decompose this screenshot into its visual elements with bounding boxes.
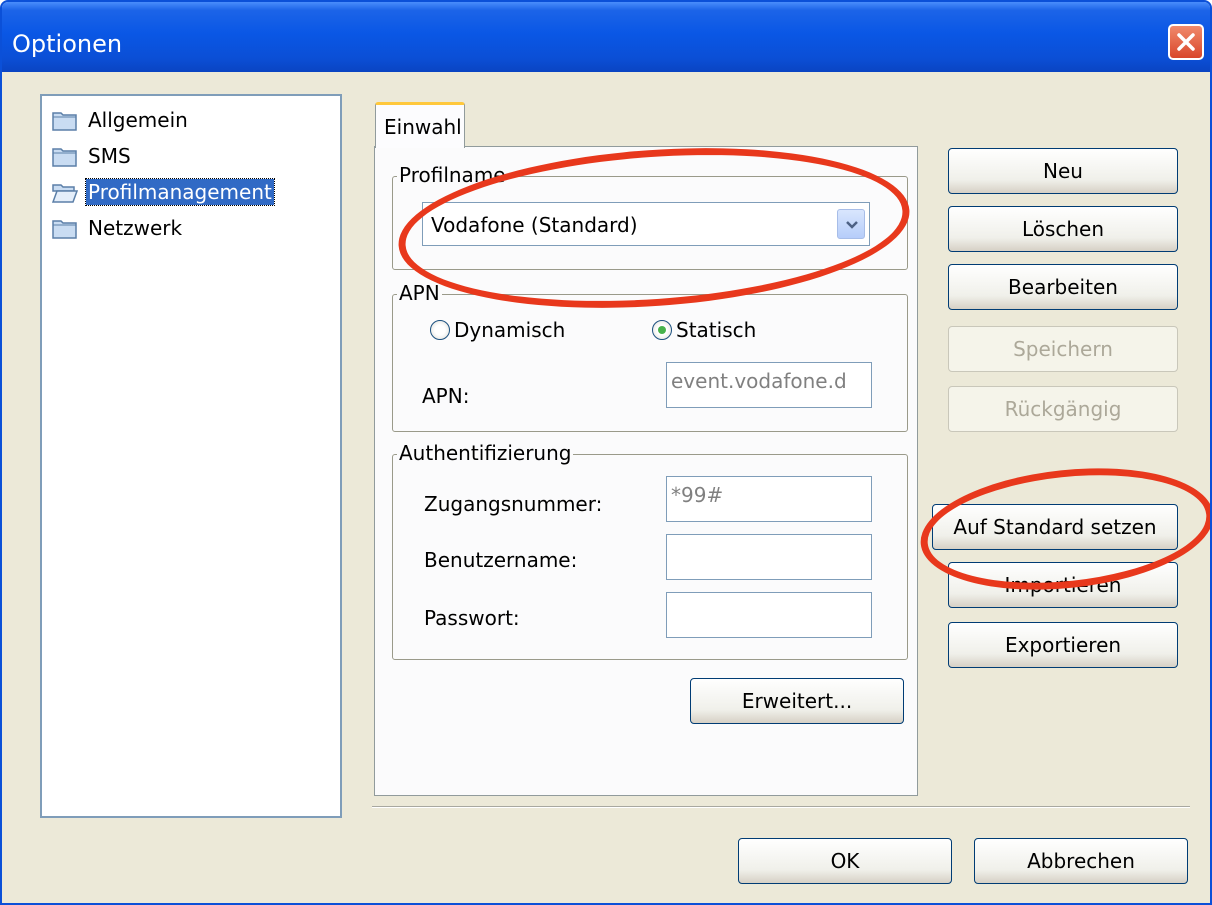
radio-dynamisch[interactable]: Dynamisch <box>430 318 565 342</box>
folder-open-icon <box>52 184 78 203</box>
group-title: Profilname <box>397 163 508 187</box>
chevron-down-icon <box>846 221 858 229</box>
radio-label: Dynamisch <box>454 318 566 342</box>
benutzername-label: Benutzername: <box>424 548 578 572</box>
exportieren-button[interactable]: Exportieren <box>948 622 1178 668</box>
close-button[interactable] <box>1168 24 1204 60</box>
loeschen-button[interactable]: Löschen <box>948 206 1178 252</box>
passwort-input[interactable] <box>666 592 872 638</box>
importieren-button[interactable]: Importieren <box>948 562 1178 608</box>
tree-item-label: Netzwerk <box>88 216 183 240</box>
tab-einwahl[interactable]: Einwahl <box>375 102 465 148</box>
tree-item-netzwerk[interactable]: Netzwerk <box>52 212 184 244</box>
neu-button[interactable]: Neu <box>948 148 1178 194</box>
tree-item-profilmanagement[interactable]: Profilmanagement <box>52 176 275 208</box>
ok-button[interactable]: OK <box>738 838 952 884</box>
profile-select[interactable]: Vodafone (Standard) <box>422 202 870 246</box>
abbrechen-button[interactable]: Abbrechen <box>974 838 1188 884</box>
tree-item-label: SMS <box>88 144 131 168</box>
separator <box>372 806 1190 808</box>
dropdown-button[interactable] <box>837 209 865 239</box>
tree-item-sms[interactable]: SMS <box>52 140 133 172</box>
bearbeiten-button[interactable]: Bearbeiten <box>948 264 1178 310</box>
erweitert-button[interactable]: Erweitert... <box>690 678 904 724</box>
profile-select-value: Vodafone (Standard) <box>431 213 638 237</box>
tree-item-allgemein[interactable]: Allgemein <box>52 104 190 136</box>
apn-input[interactable]: event.vodafone.d <box>666 362 872 408</box>
rueckgaengig-button[interactable]: Rückgängig <box>948 386 1178 432</box>
radio-button-checked-icon <box>652 320 672 340</box>
zugangsnummer-input[interactable]: *99# <box>666 476 872 522</box>
category-tree[interactable]: Allgemein SMS Profilmanagement Netzwerk <box>40 94 342 818</box>
folder-icon <box>52 112 77 131</box>
tab-label: Einwahl <box>384 115 462 139</box>
window-title: Optionen <box>12 30 123 58</box>
tree-item-label: Profilmanagement <box>85 178 275 206</box>
speichern-button[interactable]: Speichern <box>948 326 1178 372</box>
group-title: APN <box>397 281 442 305</box>
options-dialog: Optionen Allgemein SMS Profilmanagement … <box>0 0 1212 905</box>
folder-icon <box>52 220 77 239</box>
benutzername-input[interactable] <box>666 534 872 580</box>
radio-button-icon <box>430 320 450 340</box>
title-bar[interactable]: Optionen <box>2 2 1210 72</box>
tree-item-label: Allgemein <box>88 108 188 132</box>
radio-statisch[interactable]: Statisch <box>652 318 756 342</box>
auf-standard-setzen-button[interactable]: Auf Standard setzen <box>932 504 1178 550</box>
group-title: Authentifizierung <box>397 441 574 465</box>
passwort-label: Passwort: <box>424 606 520 630</box>
radio-label: Statisch <box>676 318 757 342</box>
folder-icon <box>52 148 77 167</box>
zugangsnummer-label: Zugangsnummer: <box>424 492 603 516</box>
apn-label: APN: <box>422 384 470 408</box>
close-icon <box>1177 33 1195 51</box>
